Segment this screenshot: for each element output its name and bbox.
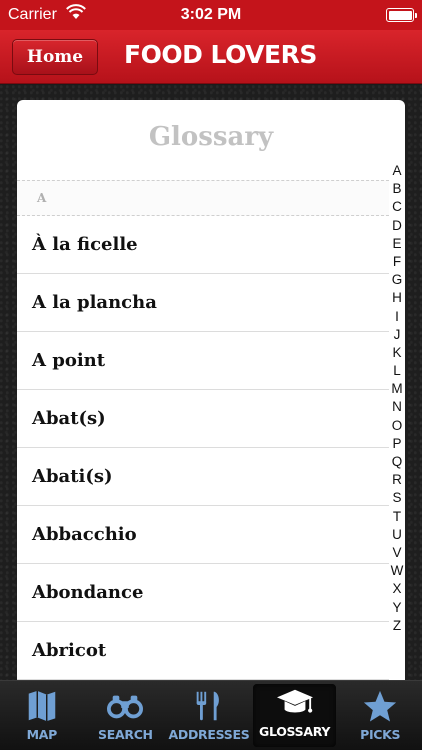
index-letter-j[interactable]: J xyxy=(394,326,401,344)
index-letter-c[interactable]: C xyxy=(392,198,402,216)
glossary-title: Glossary xyxy=(148,122,274,152)
index-letter-b[interactable]: B xyxy=(392,180,401,198)
index-letter-v[interactable]: V xyxy=(392,544,401,562)
status-bar: Carrier 3:02 PM xyxy=(0,0,422,30)
index-letter-k[interactable]: K xyxy=(392,344,401,362)
tab-label: ADDRESSES xyxy=(168,727,250,742)
cutlery-icon xyxy=(196,691,219,721)
glossary-item[interactable]: À la ficelle xyxy=(17,216,389,274)
index-letter-d[interactable]: D xyxy=(392,217,402,235)
tab-label: SEARCH xyxy=(98,727,153,742)
index-letter-a[interactable]: A xyxy=(392,162,401,180)
index-letter-w[interactable]: W xyxy=(391,562,404,580)
binoculars-icon xyxy=(107,695,144,719)
index-letter-r[interactable]: R xyxy=(392,471,402,489)
index-letter-h[interactable]: H xyxy=(392,289,402,307)
index-letter-o[interactable]: O xyxy=(392,417,403,435)
map-icon xyxy=(28,690,56,722)
glossary-item[interactable]: A point xyxy=(17,332,389,390)
glossary-item[interactable]: Abat(s) xyxy=(17,390,389,448)
app-title: FOOD LOVERS xyxy=(124,40,317,69)
index-letter-q[interactable]: Q xyxy=(392,453,403,471)
tab-glossary[interactable]: GLOSSARY xyxy=(252,684,337,747)
glossary-list: À la ficelle A la plancha A point Abat(s) Ab… xyxy=(17,216,389,680)
index-letter-e[interactable]: E xyxy=(392,235,401,253)
index-letter-f[interactable]: F xyxy=(393,253,401,271)
tab-label: PICKS xyxy=(360,727,401,742)
glossary-item[interactable]: Abbacchio xyxy=(17,506,389,564)
glossary-item[interactable]: A la plancha xyxy=(17,274,389,332)
section-letter: A xyxy=(37,191,47,205)
index-letter-i[interactable]: I xyxy=(395,308,399,326)
tab-map[interactable]: MAP xyxy=(0,681,84,750)
tab-picks[interactable]: PICKS xyxy=(338,681,422,750)
index-letter-m[interactable]: M xyxy=(391,380,402,398)
tab-search[interactable]: SEARCH xyxy=(84,681,168,750)
index-letter-z[interactable]: Z xyxy=(393,617,401,635)
star-icon xyxy=(364,690,397,722)
alphabet-index[interactable]: ABCDEFGHIJKLMNOPQRSTUVWXYZ xyxy=(389,162,405,635)
index-letter-l[interactable]: L xyxy=(393,362,401,380)
index-letter-y[interactable]: Y xyxy=(392,599,401,617)
index-letter-x[interactable]: X xyxy=(392,580,401,598)
tab-addresses[interactable]: ADDRESSES xyxy=(167,681,251,750)
tab-label: GLOSSARY xyxy=(259,724,331,739)
navigation-bar: Home FOOD LOVERS xyxy=(0,30,422,84)
home-button[interactable]: Home xyxy=(12,39,98,75)
glossary-item[interactable]: Abricot xyxy=(17,622,389,680)
index-letter-t[interactable]: T xyxy=(393,508,401,526)
index-letter-s[interactable]: S xyxy=(392,489,401,507)
status-time: 3:02 PM xyxy=(180,6,242,23)
tab-label: MAP xyxy=(26,727,58,742)
glossary-item[interactable]: Abati(s) xyxy=(17,448,389,506)
graduation-cap-icon xyxy=(276,689,313,713)
glossary-item[interactable]: Abondance xyxy=(17,564,389,622)
index-letter-g[interactable]: G xyxy=(392,271,403,289)
index-letter-p[interactable]: P xyxy=(392,435,401,453)
tab-bar: MAP SEARCH ADDRESSES GLOSSARY PICKS xyxy=(0,680,422,750)
glossary-panel: Glossary A À la ficelle A la plancha A poi… xyxy=(17,100,405,680)
section-header: A xyxy=(17,180,389,216)
index-letter-n[interactable]: N xyxy=(392,398,402,416)
battery-level xyxy=(388,10,412,20)
battery-icon xyxy=(386,8,417,22)
index-letter-u[interactable]: U xyxy=(392,526,402,544)
